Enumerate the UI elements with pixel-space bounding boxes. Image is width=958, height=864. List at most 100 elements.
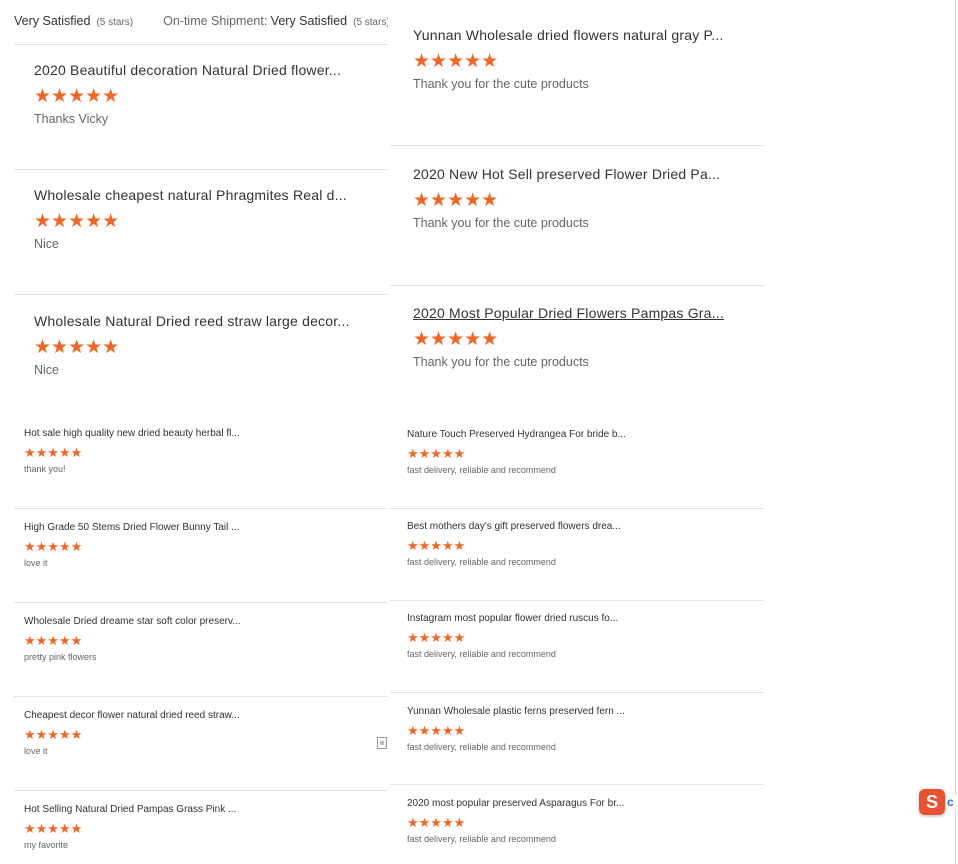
star-icon: ★★★★★ xyxy=(34,211,120,232)
left-review-column: Very Satisfied (5 stars) On-time Shipment:… xyxy=(0,0,388,864)
star-icon: ★★★★★ xyxy=(24,727,83,742)
scrollbar[interactable] xyxy=(955,0,956,864)
star-icon: ★★★★★ xyxy=(24,821,83,836)
review-comment: fast delivery, reliable and recommend xyxy=(407,742,556,752)
divider xyxy=(390,145,764,146)
star-icon: ★★★★★ xyxy=(407,630,466,645)
review-comment: pretty pink flowers xyxy=(24,652,97,662)
star-icon: ★★★★★ xyxy=(24,539,83,554)
divider xyxy=(390,508,764,509)
product-title-link[interactable]: Wholesale cheapest natural Phragmites Re… xyxy=(34,187,354,203)
star-icon: ★★★★★ xyxy=(407,815,466,830)
star-icon: ★★★★★ xyxy=(34,86,120,107)
star-rating: ★★★★★ xyxy=(24,540,264,553)
star-rating: ★★★★★ xyxy=(34,212,354,231)
star-icon: ★★★★★ xyxy=(413,190,499,211)
product-title-link[interactable]: Nature Touch Preserved Hydrangea For bri… xyxy=(407,429,647,440)
product-title-link[interactable]: High Grade 50 Stems Dried Flower Bunny T… xyxy=(24,522,264,533)
divider xyxy=(14,169,388,170)
image-placeholder-icon[interactable] xyxy=(377,737,387,749)
star-icon: ★★★★★ xyxy=(413,51,499,72)
rating-stars-text: (5 stars) xyxy=(96,17,134,28)
star-rating: ★★★★★ xyxy=(407,447,647,460)
product-title-link[interactable]: Best mothers day's gift preserved flower… xyxy=(407,521,647,532)
review-item: Hot Selling Natural Dried Pampas Grass P… xyxy=(24,804,264,850)
product-title-link[interactable]: Hot Selling Natural Dried Pampas Grass P… xyxy=(24,804,264,815)
star-rating: ★★★★★ xyxy=(413,52,753,71)
divider xyxy=(14,44,388,45)
shipment-value: Very Satisfied xyxy=(270,14,348,28)
review-comment: love it xyxy=(24,746,48,756)
star-rating: ★★★★★ xyxy=(24,728,264,741)
product-title-link[interactable]: Cheapest decor flower natural dried reed… xyxy=(24,710,264,721)
product-title-link[interactable]: 2020 New Hot Sell preserved Flower Dried… xyxy=(413,166,753,182)
divider xyxy=(390,285,764,286)
review-comment: fast delivery, reliable and recommend xyxy=(407,465,556,475)
divider xyxy=(390,692,764,693)
product-title-link[interactable]: Wholesale Natural Dried reed straw large… xyxy=(34,313,354,329)
divider xyxy=(390,784,764,785)
review-comment: fast delivery, reliable and recommend xyxy=(407,649,556,659)
review-comment: fast delivery, reliable and recommend xyxy=(407,834,556,844)
floating-chat-icon[interactable]: S xyxy=(919,789,945,815)
star-rating: ★★★★★ xyxy=(407,724,647,737)
star-rating: ★★★★★ xyxy=(413,191,753,210)
review-item: 2020 Beautiful decoration Natural Dried … xyxy=(34,62,354,126)
star-rating: ★★★★★ xyxy=(407,816,647,829)
product-title-link[interactable]: Yunnan Wholesale plastic ferns preserved… xyxy=(407,706,647,717)
review-comment: Thanks Vicky xyxy=(34,112,109,126)
floating-widget-peek[interactable]: c xyxy=(947,795,958,809)
review-item: Hot sale high quality new dried beauty h… xyxy=(24,428,264,474)
shipment-label: On-time Shipment: xyxy=(163,14,268,28)
star-rating: ★★★★★ xyxy=(34,87,354,106)
review-item: Wholesale Dried dreame star soft color p… xyxy=(24,616,264,662)
review-item: Nature Touch Preserved Hydrangea For bri… xyxy=(407,429,647,475)
product-title-link[interactable]: Wholesale Dried dreame star soft color p… xyxy=(24,616,264,627)
divider xyxy=(14,696,388,697)
star-icon: ★★★★★ xyxy=(34,337,120,358)
star-rating: ★★★★★ xyxy=(407,539,647,552)
star-rating: ★★★★★ xyxy=(24,446,264,459)
shipment-stars-text: (5 stars) xyxy=(353,17,388,28)
review-item: High Grade 50 Stems Dried Flower Bunny T… xyxy=(24,522,264,568)
divider xyxy=(14,790,388,791)
review-item: Cheapest decor flower natural dried reed… xyxy=(24,710,264,756)
review-comment: Thank you for the cute products xyxy=(413,77,589,91)
review-item: Wholesale cheapest natural Phragmites Re… xyxy=(34,187,354,251)
review-comment: Thank you for the cute products xyxy=(413,355,589,369)
divider xyxy=(14,508,388,509)
review-comment: Nice xyxy=(34,237,60,251)
product-title-link[interactable]: Instagram most popular flower dried rusc… xyxy=(407,613,647,624)
rating-summary: Very Satisfied (5 stars) On-time Shipment:… xyxy=(14,14,388,28)
product-title-link[interactable]: 2020 Beautiful decoration Natural Dried … xyxy=(34,62,354,78)
review-item: 2020 most popular preserved Asparagus Fo… xyxy=(407,798,647,844)
star-rating: ★★★★★ xyxy=(413,330,753,349)
star-rating: ★★★★★ xyxy=(34,338,354,357)
review-comment: Nice xyxy=(34,363,60,377)
divider xyxy=(14,602,388,603)
star-rating: ★★★★★ xyxy=(407,631,647,644)
product-title-link[interactable]: Hot sale high quality new dried beauty h… xyxy=(24,428,264,439)
review-item: Instagram most popular flower dried rusc… xyxy=(407,613,647,659)
rating-label: Very Satisfied xyxy=(14,14,91,28)
review-comment: my favorite xyxy=(24,840,69,850)
review-item: Yunnan Wholesale plastic ferns preserved… xyxy=(407,706,647,752)
review-comment: love it xyxy=(24,558,48,568)
product-title-link[interactable]: 2020 Most Popular Dried Flowers Pampas G… xyxy=(413,305,753,321)
review-item: 2020 New Hot Sell preserved Flower Dried… xyxy=(413,166,753,230)
star-rating: ★★★★★ xyxy=(24,634,264,647)
divider xyxy=(390,600,764,601)
review-comment: thank you! xyxy=(24,464,66,474)
product-title-link[interactable]: 2020 most popular preserved Asparagus Fo… xyxy=(407,798,647,809)
star-icon: ★★★★★ xyxy=(24,445,83,460)
review-comment: fast delivery, reliable and recommend xyxy=(407,557,556,567)
star-icon: ★★★★★ xyxy=(407,538,466,553)
star-icon: ★★★★★ xyxy=(413,329,499,350)
divider xyxy=(14,294,388,295)
review-item: 2020 Most Popular Dried Flowers Pampas G… xyxy=(413,305,753,369)
review-comment: Thank you for the cute products xyxy=(413,216,589,230)
star-icon: ★★★★★ xyxy=(407,723,466,738)
star-icon: ★★★★★ xyxy=(24,633,83,648)
review-item: Wholesale Natural Dried reed straw large… xyxy=(34,313,354,377)
product-title-link[interactable]: Yunnan Wholesale dried flowers natural g… xyxy=(413,27,753,43)
